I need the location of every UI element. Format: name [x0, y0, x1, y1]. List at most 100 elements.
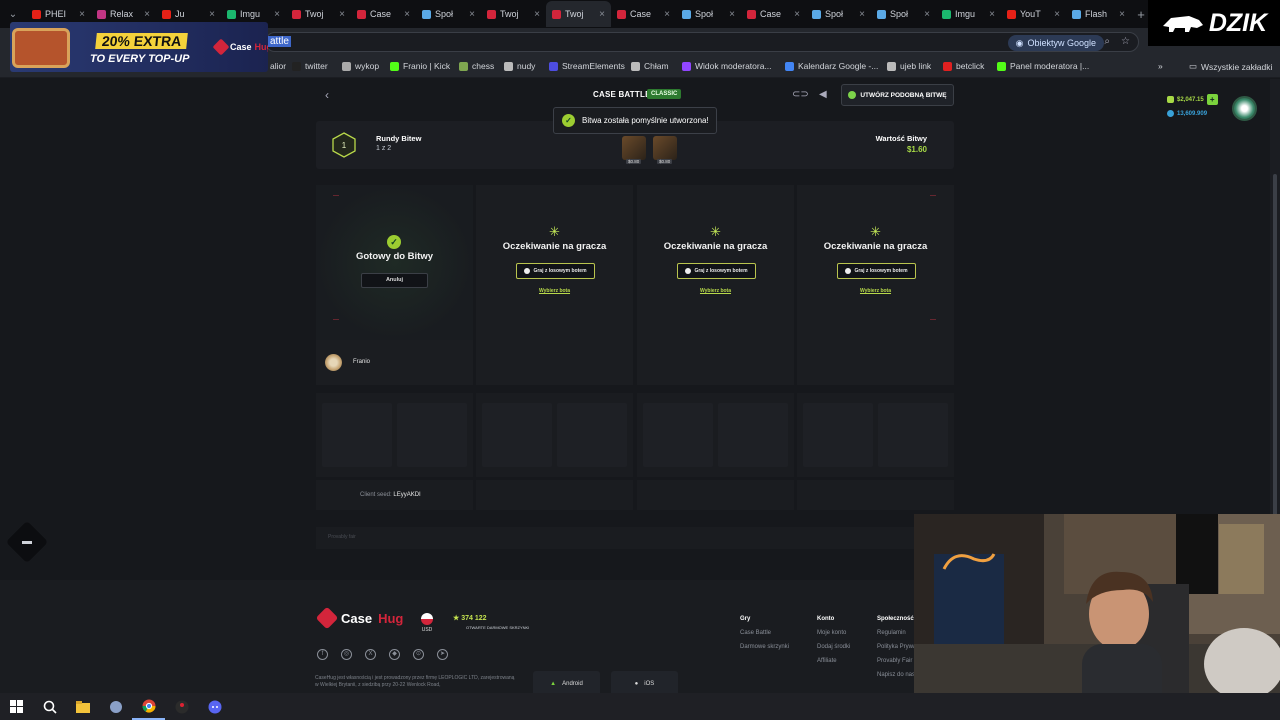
tab-close-icon[interactable]: × [989, 9, 995, 20]
casehug-ad-banner[interactable]: 20% EXTRA TO EVERY TOP-UP CaseHug [10, 22, 268, 72]
bookmark-item[interactable]: Chłam [631, 61, 669, 71]
tab-favicon-icon [227, 9, 236, 19]
sound-icon[interactable]: ◀ [819, 89, 827, 100]
chrome-icon[interactable] [132, 693, 165, 720]
telegram-icon[interactable]: ➤ [437, 649, 448, 660]
x-icon[interactable]: X [365, 649, 376, 660]
tab-close-icon[interactable]: × [599, 9, 605, 20]
tab-close-icon[interactable]: × [729, 9, 735, 20]
search-icon[interactable] [33, 693, 66, 720]
bookmark-item[interactable]: betclick [943, 61, 984, 71]
player-avatar[interactable] [325, 354, 342, 371]
tab-close-icon[interactable]: × [404, 9, 410, 20]
all-bookmarks[interactable]: ▭ Wszystkie zakładki [1189, 61, 1272, 72]
tab-close-icon[interactable]: × [1119, 9, 1125, 20]
provably-fair-bar[interactable]: Provably fair [316, 527, 954, 549]
browser-tab[interactable]: Społ × [806, 1, 871, 27]
footer-link[interactable]: Affiliate [817, 658, 850, 664]
browser-tab[interactable]: Społ × [676, 1, 741, 27]
address-text[interactable]: attle [268, 36, 291, 47]
choose-bot-link[interactable]: Wybierz bota [797, 288, 954, 294]
browser-tab[interactable]: Twoj × [286, 1, 351, 27]
footer-link[interactable]: Dodaj środki [817, 644, 850, 650]
choose-bot-link[interactable]: Wybierz bota [637, 288, 794, 294]
tab-close-icon[interactable]: × [1054, 9, 1060, 20]
bookmark-item[interactable]: Panel moderatora |... [997, 61, 1089, 71]
case-thumbnail[interactable] [653, 136, 677, 160]
tab-close-icon[interactable]: × [209, 9, 215, 20]
browser-tab[interactable]: Case × [611, 1, 676, 27]
webcam-overlay [914, 514, 1280, 720]
obs-icon[interactable] [165, 693, 198, 720]
tab-favicon-icon [552, 9, 561, 19]
instagram-icon[interactable]: ◎ [341, 649, 352, 660]
create-similar-button[interactable]: UTWÓRZ PODOBNĄ BITWĘ [841, 84, 954, 106]
link-icon[interactable]: ⊂⊃ [792, 89, 809, 100]
bookmark-item[interactable]: nudy [504, 61, 535, 71]
tab-close-icon[interactable]: × [924, 9, 930, 20]
browser-tab[interactable]: Imgu × [936, 1, 1001, 27]
play-with-bot-button[interactable]: Graj z losowym botem [677, 263, 756, 279]
deposit-button[interactable]: + [1206, 94, 1218, 105]
browser-tab[interactable]: YouT × [1001, 1, 1066, 27]
zoom-icon[interactable]: ⌕ [1104, 36, 1110, 47]
bookmark-item[interactable]: Kalendarz Google -... [785, 61, 878, 71]
discord-taskbar-icon[interactable] [198, 693, 231, 720]
currency-selector[interactable]: USD [420, 613, 434, 633]
loading-spinner-icon: ✳ [549, 224, 560, 239]
tab-title: Społ [890, 9, 909, 19]
windows-start-icon[interactable] [0, 693, 33, 720]
case-thumbnail[interactable] [622, 136, 646, 160]
user-avatar[interactable] [1232, 96, 1257, 121]
wallet[interactable]: $2,047.15 + 13,609.909 [1167, 94, 1227, 122]
tab-close-icon[interactable]: × [144, 9, 150, 20]
battle-value: $1.60 [906, 145, 927, 154]
discord-icon[interactable]: ◆ [389, 649, 400, 660]
bookmark-star-icon[interactable]: ☆ [1121, 36, 1130, 47]
bookmarks-overflow-icon[interactable]: » [1158, 61, 1163, 71]
google-lens-button[interactable]: ◉ Obiektyw Google [1007, 35, 1104, 51]
cancel-button[interactable]: Anuluj [361, 273, 428, 288]
browser-tab[interactable]: Twoj × [546, 1, 611, 27]
back-arrow-icon[interactable]: ‹ [316, 84, 338, 106]
chat-bubble-icon[interactable]: ▬ [20, 536, 34, 548]
footer-link[interactable]: Moje konto [817, 630, 850, 636]
browser-tab[interactable]: Flash × [1066, 1, 1131, 27]
bookmark-icon [682, 61, 691, 71]
tab-close-icon[interactable]: × [469, 9, 475, 20]
footer-logo[interactable]: Case Hug [315, 606, 403, 630]
tab-close-icon[interactable]: × [79, 9, 85, 20]
tab-close-icon[interactable]: × [534, 9, 540, 20]
choose-bot-link[interactable]: Wybierz bota [476, 288, 633, 294]
bookmark-item[interactable]: ujeb link [887, 61, 931, 71]
footer-link[interactable]: Case Battle [740, 630, 789, 636]
app-icon[interactable] [99, 693, 132, 720]
bookmark-item[interactable]: twitter [292, 61, 328, 71]
facebook-icon[interactable]: f [317, 649, 328, 660]
browser-tab[interactable]: Społ × [416, 1, 481, 27]
tab-close-icon[interactable]: × [859, 9, 865, 20]
browser-tab[interactable]: Case × [741, 1, 806, 27]
tab-close-icon[interactable]: × [664, 9, 670, 20]
bookmark-icon [459, 61, 468, 71]
play-with-bot-button[interactable]: Graj z losowym botem [516, 263, 595, 279]
tab-close-icon[interactable]: × [274, 9, 280, 20]
tab-close-icon[interactable]: × [339, 9, 345, 20]
tab-title: YouT [1020, 9, 1041, 19]
webcam-image [914, 514, 1280, 720]
steam-icon[interactable]: ⊙ [413, 649, 424, 660]
browser-tab[interactable]: Case × [351, 1, 416, 27]
address-bar[interactable]: attle ◉ Obiektyw Google ⌕ ☆ [265, 32, 1139, 52]
bookmark-item[interactable]: Widok moderatora... [682, 61, 772, 71]
tab-close-icon[interactable]: × [794, 9, 800, 20]
play-with-bot-button[interactable]: Graj z losowym botem [837, 263, 916, 279]
file-explorer-icon[interactable] [66, 693, 99, 720]
legal-text: CaseHug jest własnością i jest prowadzon… [315, 675, 515, 688]
browser-tab[interactable]: Twoj × [481, 1, 546, 27]
bookmark-item[interactable]: chess [459, 61, 494, 71]
bookmark-item[interactable]: Franio | Kick [390, 61, 450, 71]
browser-tab[interactable]: Społ × [871, 1, 936, 27]
footer-link[interactable]: Darmowe skrzynki [740, 644, 789, 650]
bookmark-item[interactable]: StreamElements [549, 61, 625, 71]
bookmark-item[interactable]: wykop [342, 61, 379, 71]
